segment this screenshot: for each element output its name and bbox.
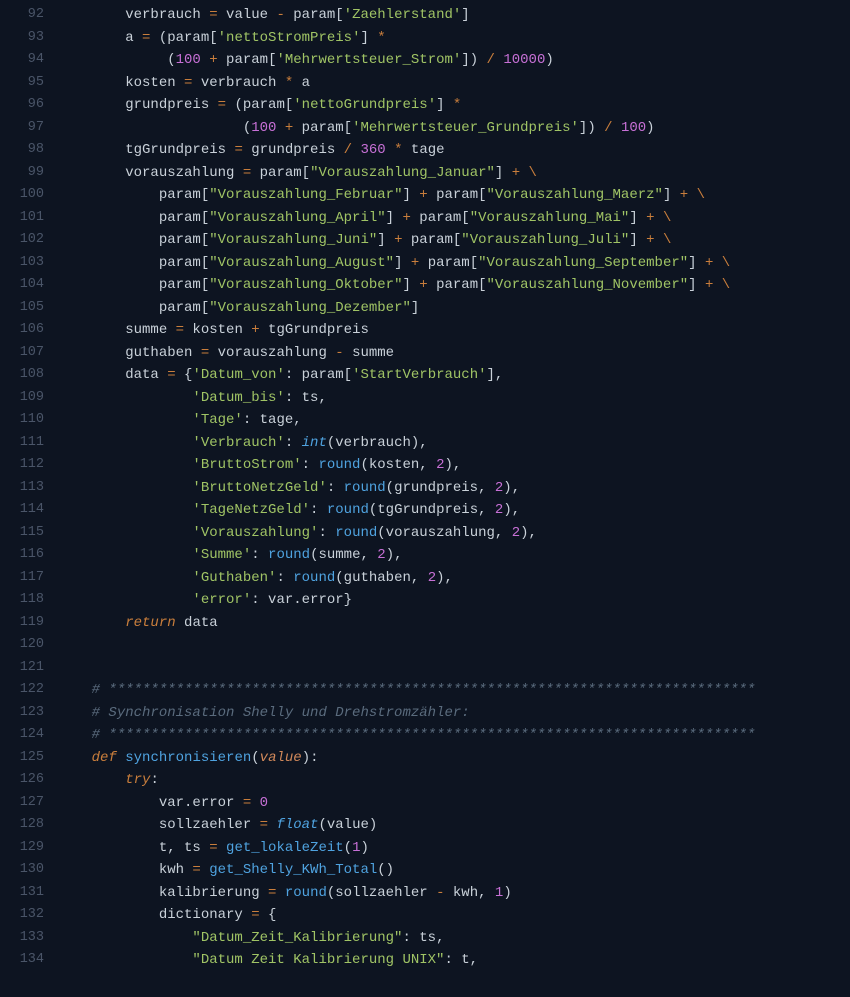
code-line[interactable]: # Synchronisation Shelly und Drehstromzä… bbox=[58, 702, 755, 725]
line-number: 132 bbox=[8, 904, 44, 927]
code-line[interactable]: a = (param['nettoStromPreis'] * bbox=[58, 27, 755, 50]
code-line[interactable]: grundpreis = (param['nettoGrundpreis'] * bbox=[58, 94, 755, 117]
line-number: 112 bbox=[8, 454, 44, 477]
line-number: 120 bbox=[8, 634, 44, 657]
code-line[interactable]: kwh = get_Shelly_KWh_Total() bbox=[58, 859, 755, 882]
line-number: 130 bbox=[8, 859, 44, 882]
line-number: 96 bbox=[8, 94, 44, 117]
line-number: 124 bbox=[8, 724, 44, 747]
line-number: 129 bbox=[8, 837, 44, 860]
code-line[interactable]: (100 + param['Mehrwertsteuer_Grundpreis'… bbox=[58, 117, 755, 140]
code-line[interactable]: 'TageNetzGeld': round(tgGrundpreis, 2), bbox=[58, 499, 755, 522]
code-line[interactable]: try: bbox=[58, 769, 755, 792]
code-line[interactable]: 'BruttoStrom': round(kosten, 2), bbox=[58, 454, 755, 477]
line-number: 114 bbox=[8, 499, 44, 522]
code-line[interactable]: kalibrierung = round(sollzaehler - kwh, … bbox=[58, 882, 755, 905]
line-number: 98 bbox=[8, 139, 44, 162]
code-line[interactable]: return data bbox=[58, 612, 755, 635]
code-line[interactable]: 'Summe': round(summe, 2), bbox=[58, 544, 755, 567]
line-number: 113 bbox=[8, 477, 44, 500]
line-number: 131 bbox=[8, 882, 44, 905]
code-line[interactable] bbox=[58, 657, 755, 680]
code-line[interactable]: kosten = verbrauch * a bbox=[58, 72, 755, 95]
code-line[interactable]: summe = kosten + tgGrundpreis bbox=[58, 319, 755, 342]
code-line[interactable]: sollzaehler = float(value) bbox=[58, 814, 755, 837]
line-number: 105 bbox=[8, 297, 44, 320]
code-line[interactable]: 'Verbrauch': int(verbrauch), bbox=[58, 432, 755, 455]
code-line[interactable]: "Datum_Zeit_Kalibrierung": ts, bbox=[58, 927, 755, 950]
line-number: 134 bbox=[8, 949, 44, 972]
code-line[interactable]: # **************************************… bbox=[58, 679, 755, 702]
code-editor[interactable]: 9293949596979899100101102103104105106107… bbox=[0, 0, 850, 997]
code-line[interactable]: vorauszahlung = param["Vorauszahlung_Jan… bbox=[58, 162, 755, 185]
line-number: 126 bbox=[8, 769, 44, 792]
line-number: 104 bbox=[8, 274, 44, 297]
line-number-gutter: 9293949596979899100101102103104105106107… bbox=[0, 0, 58, 997]
line-number: 94 bbox=[8, 49, 44, 72]
code-content[interactable]: verbrauch = value - param['Zaehlerstand'… bbox=[58, 0, 755, 997]
line-number: 118 bbox=[8, 589, 44, 612]
code-line[interactable]: verbrauch = value - param['Zaehlerstand'… bbox=[58, 4, 755, 27]
line-number: 115 bbox=[8, 522, 44, 545]
code-line[interactable]: param["Vorauszahlung_Dezember"] bbox=[58, 297, 755, 320]
code-line[interactable]: 'BruttoNetzGeld': round(grundpreis, 2), bbox=[58, 477, 755, 500]
code-line[interactable]: 'Guthaben': round(guthaben, 2), bbox=[58, 567, 755, 590]
line-number: 102 bbox=[8, 229, 44, 252]
line-number: 110 bbox=[8, 409, 44, 432]
code-line[interactable]: data = {'Datum_von': param['StartVerbrau… bbox=[58, 364, 755, 387]
line-number: 127 bbox=[8, 792, 44, 815]
code-line[interactable]: # **************************************… bbox=[58, 724, 755, 747]
line-number: 93 bbox=[8, 27, 44, 50]
line-number: 109 bbox=[8, 387, 44, 410]
line-number: 97 bbox=[8, 117, 44, 140]
code-line[interactable]: var.error = 0 bbox=[58, 792, 755, 815]
code-line[interactable]: guthaben = vorauszahlung - summe bbox=[58, 342, 755, 365]
line-number: 117 bbox=[8, 567, 44, 590]
line-number: 116 bbox=[8, 544, 44, 567]
code-line[interactable]: tgGrundpreis = grundpreis / 360 * tage bbox=[58, 139, 755, 162]
line-number: 111 bbox=[8, 432, 44, 455]
line-number: 101 bbox=[8, 207, 44, 230]
code-line[interactable] bbox=[58, 634, 755, 657]
line-number: 95 bbox=[8, 72, 44, 95]
code-line[interactable]: def synchronisieren(value): bbox=[58, 747, 755, 770]
code-line[interactable]: t, ts = get_lokaleZeit(1) bbox=[58, 837, 755, 860]
line-number: 100 bbox=[8, 184, 44, 207]
code-line[interactable]: (100 + param['Mehrwertsteuer_Strom']) / … bbox=[58, 49, 755, 72]
code-line[interactable]: param["Vorauszahlung_August"] + param["V… bbox=[58, 252, 755, 275]
line-number: 128 bbox=[8, 814, 44, 837]
line-number: 123 bbox=[8, 702, 44, 725]
code-line[interactable]: param["Vorauszahlung_Oktober"] + param["… bbox=[58, 274, 755, 297]
line-number: 99 bbox=[8, 162, 44, 185]
code-line[interactable]: 'Datum_bis': ts, bbox=[58, 387, 755, 410]
line-number: 121 bbox=[8, 657, 44, 680]
line-number: 119 bbox=[8, 612, 44, 635]
code-line[interactable]: "Datum Zeit Kalibrierung UNIX": t, bbox=[58, 949, 755, 972]
line-number: 122 bbox=[8, 679, 44, 702]
code-line[interactable]: param["Vorauszahlung_Februar"] + param["… bbox=[58, 184, 755, 207]
line-number: 125 bbox=[8, 747, 44, 770]
line-number: 108 bbox=[8, 364, 44, 387]
code-line[interactable]: 'Tage': tage, bbox=[58, 409, 755, 432]
line-number: 107 bbox=[8, 342, 44, 365]
line-number: 92 bbox=[8, 4, 44, 27]
line-number: 103 bbox=[8, 252, 44, 275]
code-line[interactable]: 'error': var.error} bbox=[58, 589, 755, 612]
code-line[interactable]: param["Vorauszahlung_Juni"] + param["Vor… bbox=[58, 229, 755, 252]
code-line[interactable]: param["Vorauszahlung_April"] + param["Vo… bbox=[58, 207, 755, 230]
line-number: 133 bbox=[8, 927, 44, 950]
code-line[interactable]: 'Vorauszahlung': round(vorauszahlung, 2)… bbox=[58, 522, 755, 545]
code-line[interactable]: dictionary = { bbox=[58, 904, 755, 927]
line-number: 106 bbox=[8, 319, 44, 342]
